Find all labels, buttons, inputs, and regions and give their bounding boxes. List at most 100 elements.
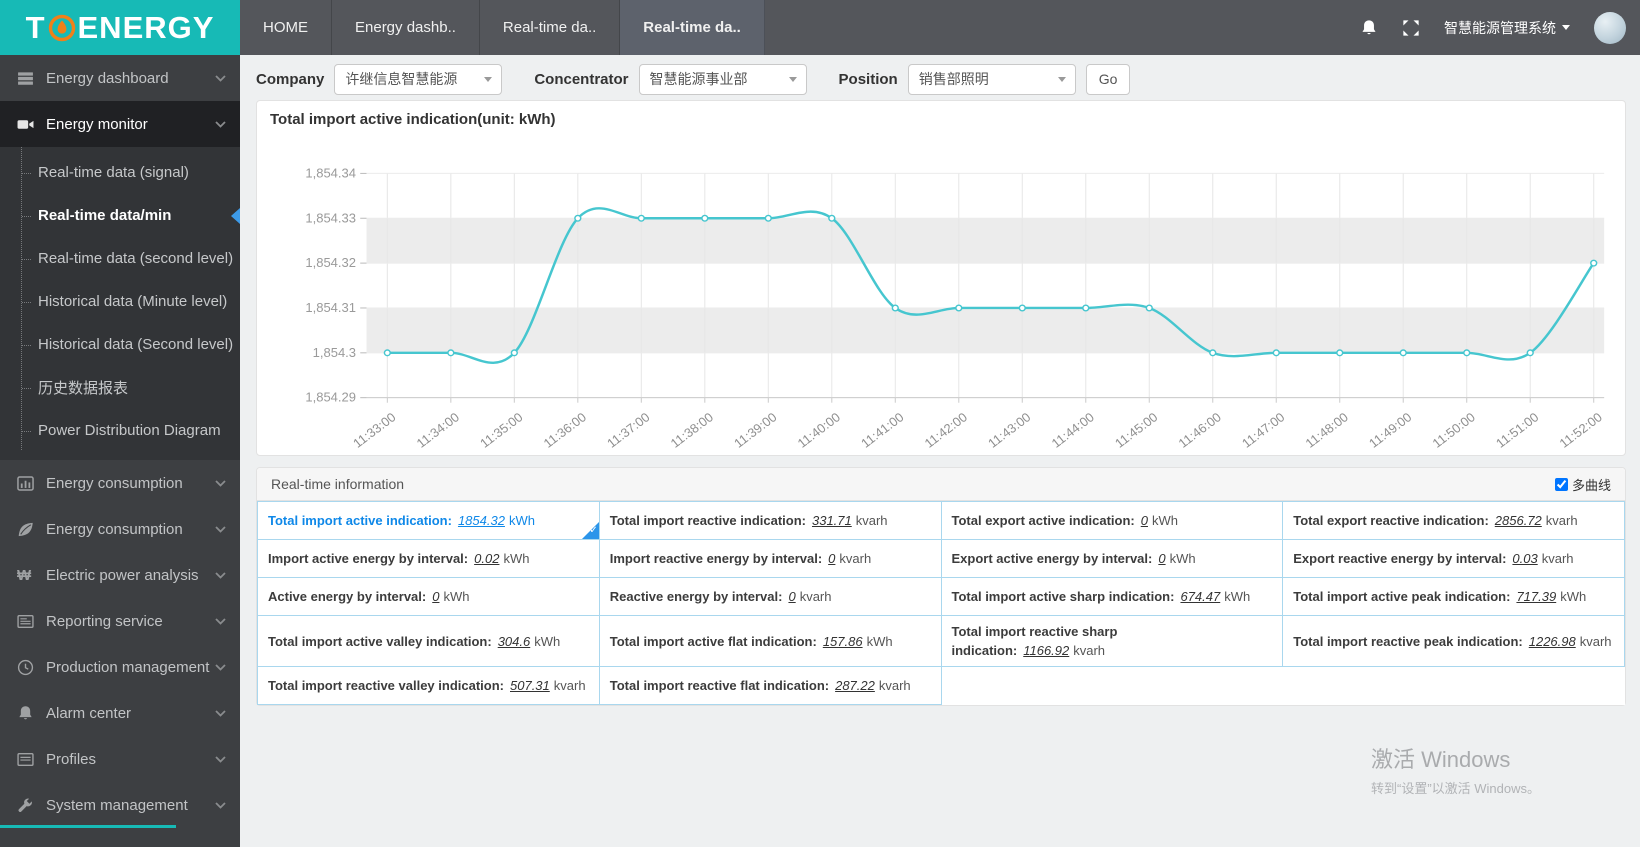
sidebar-item[interactable]: Reporting service — [0, 598, 240, 644]
rt-cell-unit: kWh — [503, 551, 530, 566]
empty-cell — [941, 666, 1283, 705]
rt-cell[interactable]: Total export active indication: 0 kWh — [940, 501, 1284, 540]
rt-cell-unit: kWh — [866, 633, 893, 649]
svg-text:11:39:00: 11:39:00 — [731, 410, 780, 451]
fullscreen-icon[interactable] — [1402, 19, 1420, 37]
sidebar-subitem[interactable]: Real-time data (second level) — [0, 237, 240, 280]
chevron-down-icon — [215, 709, 226, 717]
rt-cell[interactable]: Total import reactive peak indication: 12… — [1282, 615, 1625, 667]
rt-cell[interactable]: Total export reactive indication: 2856.72… — [1282, 501, 1625, 540]
rt-cell[interactable]: Active energy by interval: 0 kWh — [257, 577, 600, 616]
dropdown-caret-icon — [1057, 76, 1066, 82]
rt-cell-label: Total import reactive indication: — [609, 513, 806, 528]
logo-text-energy: ENERGY — [77, 9, 215, 45]
rt-cell-unit: kWh — [1151, 513, 1178, 528]
bar-chart-icon — [17, 475, 34, 492]
realtime-info-header: Real-time information 多曲线 — [257, 468, 1625, 501]
svg-text:11:47:00: 11:47:00 — [1239, 410, 1288, 451]
sidebar-subitem[interactable]: Historical data (Second level) — [0, 323, 240, 366]
rt-cell-label: Total import active peak indication: — [1293, 589, 1511, 604]
sidebar-item[interactable]: Production management — [0, 644, 240, 690]
app-logo: T ENERGY — [0, 0, 240, 55]
rt-cell-value: 0 — [828, 551, 836, 566]
position-select-value: 销售部照明 — [918, 71, 989, 87]
rt-cell-value: 0 — [1158, 551, 1166, 566]
rt-cell[interactable]: Import reactive energy by interval: 0 kvar… — [598, 539, 942, 578]
rt-cell-value: 0 — [1140, 513, 1148, 528]
main-content: Company 许继信息智慧能源 Concentrator 智慧能源事业部 Po… — [240, 55, 1640, 847]
sidebar-item-label: Alarm center — [46, 704, 132, 722]
svg-text:11:43:00: 11:43:00 — [985, 410, 1034, 451]
top-right-controls: 智慧能源管理系统 — [1360, 0, 1626, 55]
sidebar-item[interactable]: Energy monitor — [0, 101, 240, 147]
rt-cell-label: Total import reactive flat indication: — [609, 678, 830, 693]
table-row: Active energy by interval: 0 kWh Reactive e… — [257, 577, 1625, 616]
rt-cell[interactable]: Total import reactive valley indication:… — [257, 666, 600, 705]
sidebar-item[interactable]: Energy dashboard — [0, 55, 240, 101]
rt-cell-label: Total import reactive valley indication: — [268, 678, 504, 693]
nav-tab[interactable]: Real-time da.. — [620, 0, 765, 55]
svg-text:11:35:00: 11:35:00 — [477, 410, 526, 451]
position-select[interactable]: 销售部照明 — [907, 63, 1076, 95]
concentrator-select[interactable]: 智慧能源事业部 — [638, 63, 807, 95]
multi-curve-toggle[interactable]: 多曲线 — [1554, 475, 1611, 494]
chevron-down-icon — [215, 663, 226, 671]
rt-cell[interactable]: Total import active peak indication: 717.… — [1282, 577, 1625, 616]
svg-text:11:42:00: 11:42:00 — [921, 410, 970, 451]
sidebar-item[interactable]: System management — [0, 782, 240, 828]
nav-tab[interactable]: Real-time da.. — [480, 0, 621, 55]
rt-cell-unit: kWh — [1224, 589, 1251, 604]
svg-text:11:36:00: 11:36:00 — [540, 410, 589, 451]
sidebar-item-label: Reporting service — [46, 612, 163, 630]
rt-cell[interactable]: Total import active sharp indication: 674… — [940, 577, 1284, 616]
svg-text:11:49:00: 11:49:00 — [1366, 410, 1415, 451]
sidebar-subitem[interactable]: Power Distribution Diagram — [0, 409, 240, 452]
rt-cell[interactable]: Total import active indication: 1854.32 kW… — [257, 501, 600, 540]
sidebar-item[interactable]: Alarm center — [0, 690, 240, 736]
rt-cell-label: Total export active indication: — [951, 513, 1135, 528]
rt-cell[interactable]: Reactive energy by interval: 0 kvarh — [598, 577, 942, 616]
rt-cell[interactable]: Import active energy by interval: 0.02 kWh — [257, 539, 600, 578]
rt-cell[interactable]: Total import reactive sharp indication: 1… — [940, 615, 1284, 667]
sidebar-item[interactable]: Energy consumption — [0, 506, 240, 552]
top-bar: T ENERGY HOME Energy dashb.. Real-time da.… — [0, 0, 1640, 55]
logo-text-t: T — [25, 9, 46, 45]
multi-curve-checkbox[interactable] — [1554, 477, 1568, 491]
rt-cell[interactable]: Total import reactive indication: 331.71 k… — [598, 501, 942, 540]
system-title-menu[interactable]: 智慧能源管理系统 — [1444, 18, 1570, 38]
sidebar-subitem[interactable]: Real-time data (signal) — [0, 151, 240, 194]
line-chart: 1,854.34 1,854.33 1,854.32 1,854.31 1,854.3 1… — [305, 166, 1605, 451]
notification-bell-icon[interactable] — [1360, 19, 1378, 37]
rt-cell-label: Total import active sharp indication: — [951, 589, 1175, 604]
user-avatar[interactable] — [1594, 11, 1626, 44]
table-row: Total import reactive valley indication:… — [257, 666, 1625, 705]
concentrator-label: Concentrator — [534, 70, 629, 88]
clock-icon — [17, 659, 34, 676]
rt-cell-unit: kWh — [1560, 589, 1587, 604]
chevron-down-icon — [215, 755, 226, 763]
sidebar-submenu: Real-time data (signal) Real-time data/mi… — [0, 147, 240, 460]
sidebar-item[interactable]: Profiles — [0, 736, 240, 782]
company-select[interactable]: 许继信息智慧能源 — [334, 63, 503, 95]
rt-cell-unit: kvarh — [799, 589, 832, 604]
rt-cell-value: 717.39 — [1516, 589, 1557, 604]
chart-title: Total import active indication(unit: kWh… — [270, 111, 556, 128]
realtime-info-panel: Real-time information 多曲线 Total import a… — [256, 467, 1626, 706]
rt-cell[interactable]: Export active energy by interval: 0 kWh — [940, 539, 1284, 578]
rt-cell-unit: kvarh — [878, 678, 911, 693]
rt-cell[interactable]: Export reactive energy by interval: 0.03 k… — [1282, 539, 1625, 578]
sidebar-subitem[interactable]: 历史数据报表 — [0, 366, 240, 409]
sidebar-subitem[interactable]: Historical data (Minute level) — [0, 280, 240, 323]
nav-tab[interactable]: Energy dashb.. — [332, 0, 480, 55]
rt-cell[interactable]: Total import active flat indication: 157.… — [598, 615, 942, 667]
sidebar-item[interactable]: Energy consumption — [0, 460, 240, 506]
rt-cell[interactable]: Total import active valley indication: 30… — [257, 615, 600, 667]
go-button[interactable]: Go — [1085, 63, 1131, 95]
sidebar-item[interactable]: ₩ Electric power analysis — [0, 552, 240, 598]
rt-cell-unit: kWh — [443, 589, 470, 604]
sidebar-subitem[interactable]: Real-time data/min — [0, 194, 240, 237]
rt-cell[interactable]: Total import reactive flat indication: 28… — [598, 666, 942, 705]
svg-text:11:34:00: 11:34:00 — [413, 410, 462, 451]
nav-tab[interactable]: HOME — [240, 0, 332, 55]
svg-text:11:46:00: 11:46:00 — [1175, 410, 1224, 451]
